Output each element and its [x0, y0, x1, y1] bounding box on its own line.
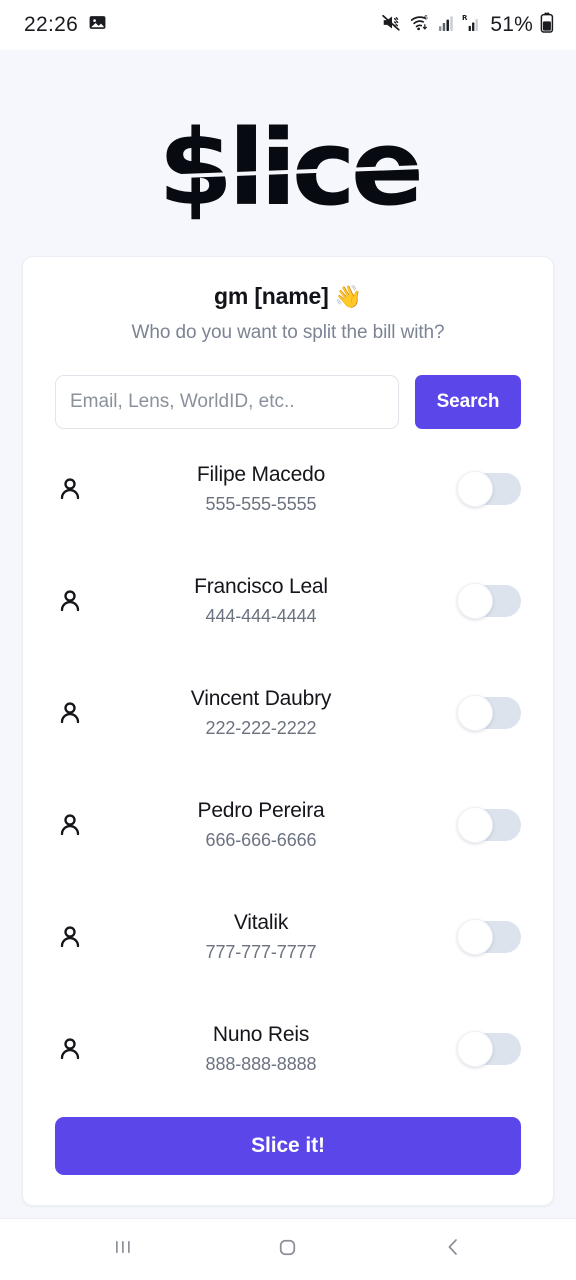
person-icon [55, 1034, 109, 1064]
contact-row[interactable]: Vitalik 777-777-7777 [55, 881, 521, 993]
contact-toggle[interactable] [457, 695, 521, 731]
contact-row[interactable]: Pedro Pereira 666-666-6666 [55, 769, 521, 881]
roaming-signal-icon: R [462, 13, 481, 37]
signal-icon [438, 13, 455, 37]
toggle-knob [457, 471, 493, 507]
contact-phone: 444-444-4444 [205, 606, 317, 626]
contact-list: Filipe Macedo 555-555-5555 Francisco Leal 4… [55, 433, 521, 1105]
contact-phone: 222-222-2222 [205, 718, 317, 738]
contact-name: Francisco Leal [194, 575, 328, 598]
contact-name: Vincent Daubry [190, 687, 332, 710]
back-icon [441, 1235, 465, 1264]
contact-info: Vitalik 777-777-7777 [109, 911, 459, 963]
status-clock: 22:26 [24, 13, 79, 36]
battery-percent-label: 51% [490, 13, 533, 36]
contact-phone: 555-555-5555 [205, 494, 317, 514]
contact-toggle[interactable] [457, 807, 521, 843]
back-button[interactable] [417, 1227, 489, 1273]
toggle-knob [457, 583, 493, 619]
search-input[interactable] [55, 375, 399, 429]
svg-text:R: R [462, 13, 468, 22]
phone-screen: 22:26 6 R 51% $lice gm [name] 👋 Who do y… [0, 0, 576, 1280]
contact-info: Filipe Macedo 555-555-5555 [109, 463, 459, 515]
toggle-knob [457, 1031, 493, 1067]
logo-text: $lice [157, 107, 424, 229]
person-icon [55, 586, 109, 616]
contact-info: Nuno Reis 888-888-8888 [109, 1023, 459, 1075]
app-page: $lice gm [name] 👋 Who do you want to spl… [0, 50, 576, 1218]
status-bar: 22:26 6 R 51% [0, 0, 576, 50]
contact-toggle[interactable] [457, 1031, 521, 1067]
contact-info: Francisco Leal 444-444-4444 [109, 575, 459, 627]
toggle-knob [457, 919, 493, 955]
toggle-knob [457, 807, 493, 843]
slice-it-button[interactable]: Slice it! [55, 1117, 521, 1175]
recents-button[interactable] [87, 1227, 159, 1273]
app-logo: $lice [0, 112, 576, 224]
contact-toggle[interactable] [457, 471, 521, 507]
mute-icon [381, 13, 402, 37]
greeting-text: gm [name] [214, 283, 329, 309]
contact-phone: 666-666-6666 [205, 830, 317, 850]
contact-name: Filipe Macedo [196, 463, 326, 486]
home-icon [275, 1235, 300, 1265]
home-button[interactable] [252, 1227, 324, 1273]
contact-name: Pedro Pereira [197, 799, 325, 822]
svg-text:6: 6 [424, 14, 428, 21]
battery-icon [540, 12, 554, 38]
contact-row[interactable]: Vincent Daubry 222-222-2222 [55, 657, 521, 769]
wifi-icon: 6 [409, 13, 431, 37]
recents-icon [111, 1235, 135, 1264]
contact-toggle[interactable] [457, 583, 521, 619]
search-row: Search [55, 375, 521, 429]
card-subtitle: Who do you want to split the bill with? [131, 322, 445, 343]
waving-hand-icon: 👋 [334, 284, 362, 309]
contact-name: Vitalik [233, 911, 289, 934]
person-icon [55, 474, 109, 504]
contact-info: Pedro Pereira 666-666-6666 [109, 799, 459, 851]
contact-name: Nuno Reis [212, 1023, 310, 1046]
toggle-knob [457, 695, 493, 731]
split-bill-card: gm [name] 👋 Who do you want to split the… [22, 256, 554, 1206]
image-icon [88, 13, 107, 37]
contact-info: Vincent Daubry 222-222-2222 [109, 687, 459, 739]
greeting-heading: gm [name] 👋 [55, 283, 521, 310]
contact-phone: 888-888-8888 [205, 1054, 317, 1074]
android-nav-bar [0, 1218, 576, 1280]
status-bar-right: 6 R 51% [381, 12, 554, 38]
person-icon [55, 922, 109, 952]
contact-row[interactable]: Francisco Leal 444-444-4444 [55, 545, 521, 657]
contact-row[interactable]: Nuno Reis 888-888-8888 [55, 993, 521, 1105]
contact-phone: 777-777-7777 [205, 942, 317, 962]
status-bar-left: 22:26 [24, 13, 107, 37]
person-icon [55, 698, 109, 728]
contact-toggle[interactable] [457, 919, 521, 955]
contact-row[interactable]: Filipe Macedo 555-555-5555 [55, 433, 521, 545]
search-button[interactable]: Search [415, 375, 521, 429]
person-icon [55, 810, 109, 840]
